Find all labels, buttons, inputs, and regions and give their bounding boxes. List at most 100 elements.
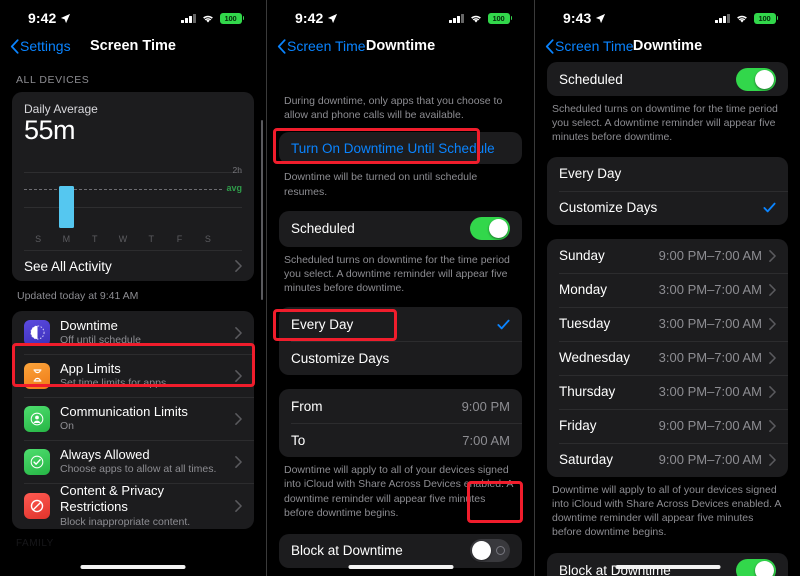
battery-tip: [242, 16, 244, 20]
sidebar-item-app-limits[interactable]: App Limits Set time limits for apps.: [12, 354, 254, 397]
always-allowed-title: Always Allowed: [60, 446, 150, 462]
content-privacy-subtitle: Block inappropriate content.: [60, 515, 191, 528]
back-button-label: Screen Time: [555, 38, 634, 54]
panel1-content: ALL DEVICES Daily Average 55m 2h avg S M…: [0, 62, 266, 549]
scheduled-toggle[interactable]: [736, 67, 776, 91]
scheduled-card: Scheduled: [547, 62, 788, 96]
battery-indicator: 100: [753, 12, 778, 24]
scrollbar[interactable]: [260, 120, 263, 300]
location-arrow-icon: [61, 13, 71, 23]
day-label: Saturday: [559, 452, 614, 468]
nav-bar: Screen Time Downtime: [535, 30, 800, 62]
chart-xtick: W: [118, 234, 128, 244]
wifi-icon: [736, 15, 747, 23]
status-bar-left: 9:42: [28, 10, 71, 26]
table-row[interactable]: Tuesday 3:00 PM–7:00 AM: [547, 306, 788, 341]
every-day-label: Every Day: [559, 166, 622, 182]
sidebar-item-communication-limits[interactable]: Communication Limits On: [12, 397, 254, 440]
communication-limits-title: Communication Limits: [60, 403, 188, 419]
chevron-left-icon: [545, 38, 554, 54]
downtime-icon: [24, 319, 50, 346]
always-allowed-check-icon: [24, 448, 50, 475]
customize-days-option[interactable]: Customize Days: [547, 190, 788, 225]
wifi-icon: [202, 15, 213, 23]
day-label: Wednesday: [559, 350, 631, 366]
scheduled-row[interactable]: Scheduled: [547, 62, 788, 96]
customize-days-option[interactable]: Customize Days: [279, 341, 522, 375]
turn-on-downtime-label: Turn On Downtime Until Schedule: [291, 140, 495, 156]
status-bar-left: 9:43: [563, 10, 606, 26]
chart-bar: [58, 186, 74, 228]
location-arrow-icon: [328, 13, 338, 23]
daily-average-label: Daily Average: [24, 102, 98, 116]
turn-on-downtime-button[interactable]: Turn On Downtime Until Schedule: [279, 132, 522, 164]
app-limits-hourglass-icon: [24, 362, 50, 389]
to-row[interactable]: To 7:00 AM: [279, 423, 522, 457]
day-time-range: 3:00 PM–7:00 AM: [658, 384, 762, 400]
sidebar-item-always-allowed[interactable]: Always Allowed Choose apps to allow at a…: [12, 440, 254, 483]
table-row[interactable]: Wednesday 3:00 PM–7:00 AM: [547, 340, 788, 375]
wifi-icon: [470, 15, 481, 23]
daily-average-value: 55m: [24, 115, 76, 145]
status-bar-right: 100: [181, 12, 244, 24]
scheduled-row[interactable]: Scheduled: [279, 211, 522, 247]
customize-days-label: Customize Days: [291, 350, 390, 366]
status-bar: 9:43 100: [535, 0, 800, 30]
block-at-downtime-toggle[interactable]: [736, 558, 776, 576]
day-time-range: 3:00 PM–7:00 AM: [658, 282, 762, 298]
every-day-option[interactable]: Every Day: [547, 157, 788, 191]
from-label: From: [291, 398, 323, 414]
chevron-left-icon: [277, 38, 286, 54]
status-bar-right: 100: [715, 12, 778, 24]
every-day-label: Every Day: [291, 316, 354, 332]
table-row[interactable]: Sunday 9:00 PM–7:00 AM: [547, 239, 788, 273]
usage-bar-chart[interactable]: 2h avg S M T W T F S: [24, 152, 242, 248]
battery-indicator: 100: [219, 12, 244, 24]
daily-average-card[interactable]: Daily Average 55m 2h avg S M T W T F S S…: [12, 92, 254, 281]
phone-screen-downtime-every-day: 9:42 100 Screen Time Downtime During dow…: [266, 0, 534, 576]
days-schedule-card: Sunday 9:00 PM–7:00 AM Monday 3:00 PM–7:…: [547, 238, 788, 477]
back-button-label: Settings: [20, 38, 71, 54]
chart-bar-col: [165, 152, 193, 228]
content-privacy-text: Content & Privacy Restrictions Block ina…: [60, 483, 228, 529]
sidebar-item-content-privacy[interactable]: Content & Privacy Restrictions Block ina…: [12, 483, 254, 529]
back-button-screen-time[interactable]: Screen Time: [277, 38, 366, 54]
chevron-right-icon: [769, 385, 776, 398]
block-at-downtime-footnote: Turn on to block the device at downtime.: [279, 568, 522, 576]
chevron-right-icon: [235, 369, 242, 382]
status-time: 9:42: [295, 10, 324, 26]
block-at-downtime-row[interactable]: Block at Downtime: [279, 534, 522, 568]
table-row[interactable]: Saturday 9:00 PM–7:00 AM: [547, 442, 788, 477]
nav-bar: Settings Screen Time: [0, 30, 266, 62]
chart-x-axis: S M T W T F S: [24, 234, 222, 244]
chart-bars: [24, 152, 222, 228]
scheduled-label: Scheduled: [559, 71, 623, 87]
cellular-signal-icon: [715, 13, 730, 23]
every-day-option[interactable]: Every Day: [279, 307, 522, 341]
status-time: 9:43: [563, 10, 592, 26]
back-button-settings[interactable]: Settings: [10, 38, 71, 54]
time-range-card: From 9:00 PM To 7:00 AM: [279, 389, 522, 458]
scheduled-toggle[interactable]: [470, 217, 510, 241]
cellular-signal-icon: [449, 13, 464, 23]
chevron-right-icon: [769, 351, 776, 364]
status-bar: 9:42 100: [0, 0, 266, 30]
see-all-activity-row[interactable]: See All Activity: [24, 251, 242, 281]
from-row[interactable]: From 9:00 PM: [279, 389, 522, 423]
chart-bar-col: [24, 152, 52, 228]
sidebar-item-downtime[interactable]: Downtime Off until schedule: [12, 311, 254, 354]
table-row[interactable]: Monday 3:00 PM–7:00 AM: [547, 272, 788, 307]
chart-ytick-2h: 2h: [232, 165, 242, 175]
chevron-right-icon: [769, 283, 776, 296]
block-at-downtime-toggle[interactable]: [470, 539, 510, 563]
group-header-family: FAMILY: [16, 538, 54, 550]
table-row[interactable]: Friday 9:00 PM–7:00 AM: [547, 408, 788, 443]
updated-note: Updated today at 9:41 AM: [17, 290, 139, 302]
cellular-signal-icon: [181, 13, 196, 23]
back-button-screen-time[interactable]: Screen Time: [545, 38, 634, 54]
to-value: 7:00 AM: [462, 432, 510, 448]
chevron-left-icon: [10, 38, 19, 54]
downtime-subtitle: Off until schedule: [60, 333, 141, 346]
chart-xtick: T: [148, 234, 155, 244]
table-row[interactable]: Thursday 3:00 PM–7:00 AM: [547, 374, 788, 409]
